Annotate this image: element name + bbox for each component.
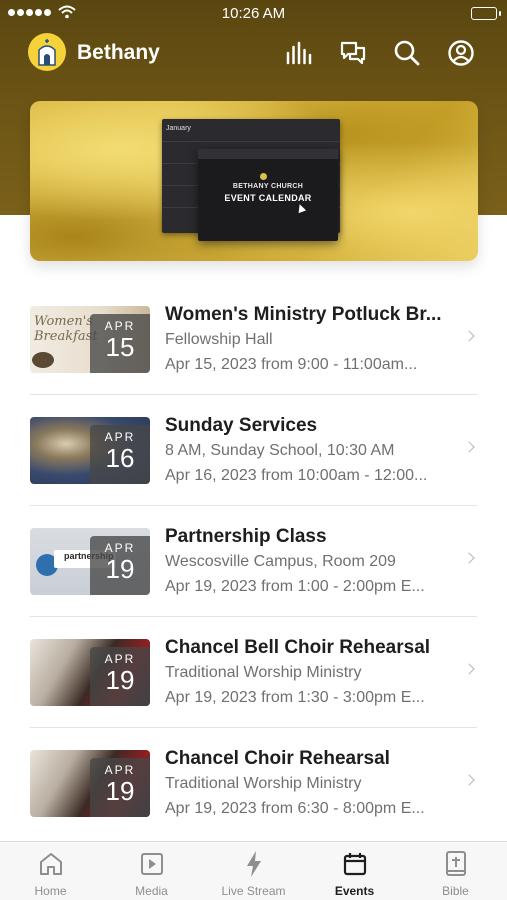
event-location: Wescosville Campus, Room 209 <box>165 553 396 570</box>
church-icon <box>38 39 56 66</box>
date-day: 19 <box>105 776 135 806</box>
search-icon[interactable] <box>392 38 422 68</box>
chevron-right-icon <box>463 441 475 453</box>
tab-home[interactable]: Home <box>0 842 101 900</box>
equalizer-icon[interactable] <box>284 38 314 68</box>
logo-dot-icon <box>260 173 267 180</box>
event-title: Chancel Choir Rehearsal <box>165 748 390 769</box>
tab-bar: Home Media Live Stream Events Bible <box>0 841 507 900</box>
tab-label: Live Stream <box>221 884 286 898</box>
date-month: APR <box>104 430 136 444</box>
event-title: Partnership Class <box>165 526 327 547</box>
event-title: Women's Ministry Potluck Br... <box>165 304 442 325</box>
tab-events[interactable]: Events <box>304 842 405 900</box>
event-row[interactable]: partnership APR 19 Partnership Class Wes… <box>0 506 507 617</box>
event-datetime: Apr 19, 2023 from 1:30 - 3:00pm E... <box>165 689 425 706</box>
tab-label: Events <box>334 884 375 898</box>
date-day: 19 <box>105 554 135 584</box>
date-badge: APR 19 <box>90 536 150 595</box>
event-location: Traditional Worship Ministry <box>165 775 362 792</box>
event-thumbnail: partnership APR 19 <box>30 528 150 595</box>
date-month: APR <box>104 541 136 555</box>
calendar-month: January <box>166 125 191 132</box>
date-day: 19 <box>105 665 135 695</box>
bible-icon <box>405 850 506 878</box>
chevron-right-icon <box>463 552 475 564</box>
status-bar: 10:26 AM <box>0 0 507 28</box>
calendar-icon <box>304 850 405 878</box>
event-location: 8 AM, Sunday School, 10:30 AM <box>165 442 395 459</box>
event-row[interactable]: APR 16 Sunday Services 8 AM, Sunday Scho… <box>0 395 507 506</box>
chevron-right-icon <box>463 330 475 342</box>
event-thumbnail: APR 19 <box>30 750 150 817</box>
church-logo[interactable] <box>28 33 66 71</box>
date-badge: APR 19 <box>90 758 150 817</box>
tab-label: Media <box>135 884 168 898</box>
banner-caption-church: BETHANY CHURCH <box>232 183 304 190</box>
tab-bible[interactable]: Bible <box>405 842 506 900</box>
event-datetime: Apr 16, 2023 from 10:00am - 12:00... <box>165 467 428 484</box>
event-list: Women's Breakfast APR 15 Women's Ministr… <box>0 284 507 839</box>
tab-media[interactable]: Media <box>101 842 202 900</box>
featured-banner[interactable]: January BETHANY CHURCH EVENT CALENDAR <box>30 101 478 261</box>
date-badge: APR 19 <box>90 647 150 706</box>
lightning-icon <box>203 850 304 878</box>
event-datetime: Apr 19, 2023 from 1:00 - 2:00pm E... <box>165 578 425 595</box>
event-thumbnail: APR 16 <box>30 417 150 484</box>
status-time: 10:26 AM <box>221 5 286 22</box>
chevron-right-icon <box>463 774 475 786</box>
date-month: APR <box>104 652 136 666</box>
date-month: APR <box>104 319 136 333</box>
app-bar: Bethany <box>0 28 507 78</box>
date-day: 16 <box>105 443 135 473</box>
event-datetime: Apr 15, 2023 from 9:00 - 11:00am... <box>165 356 418 373</box>
calendar-window: BETHANY CHURCH EVENT CALENDAR <box>198 149 338 241</box>
event-title: Chancel Bell Choir Rehearsal <box>165 637 431 658</box>
account-icon[interactable] <box>446 38 476 68</box>
banner-caption-title: EVENT CALENDAR <box>224 193 312 203</box>
battery-icon <box>471 7 501 20</box>
tab-live-stream[interactable]: Live Stream <box>203 842 304 900</box>
event-row[interactable]: Women's Breakfast APR 15 Women's Ministr… <box>0 284 507 395</box>
date-badge: APR 16 <box>90 425 150 484</box>
tab-label: Bible <box>442 884 469 898</box>
event-datetime: Apr 19, 2023 from 6:30 - 8:00pm E... <box>165 800 425 817</box>
cursor-icon <box>295 202 307 214</box>
event-location: Traditional Worship Ministry <box>165 664 362 681</box>
event-thumbnail: Women's Breakfast APR 15 <box>30 306 150 373</box>
date-badge: APR 15 <box>90 314 150 373</box>
date-day: 15 <box>105 332 135 362</box>
home-icon <box>0 850 101 878</box>
media-icon <box>101 850 202 878</box>
event-row[interactable]: APR 19 Chancel Choir Rehearsal Tradition… <box>0 728 507 839</box>
event-row[interactable]: APR 19 Chancel Bell Choir Rehearsal Trad… <box>0 617 507 728</box>
app-title: Bethany <box>77 41 160 64</box>
event-title: Sunday Services <box>165 415 318 436</box>
event-thumbnail: APR 19 <box>30 639 150 706</box>
tab-label: Home <box>34 884 67 898</box>
date-month: APR <box>104 763 136 777</box>
chat-icon[interactable] <box>338 38 368 68</box>
event-location: Fellowship Hall <box>165 331 273 348</box>
chevron-right-icon <box>463 663 475 675</box>
